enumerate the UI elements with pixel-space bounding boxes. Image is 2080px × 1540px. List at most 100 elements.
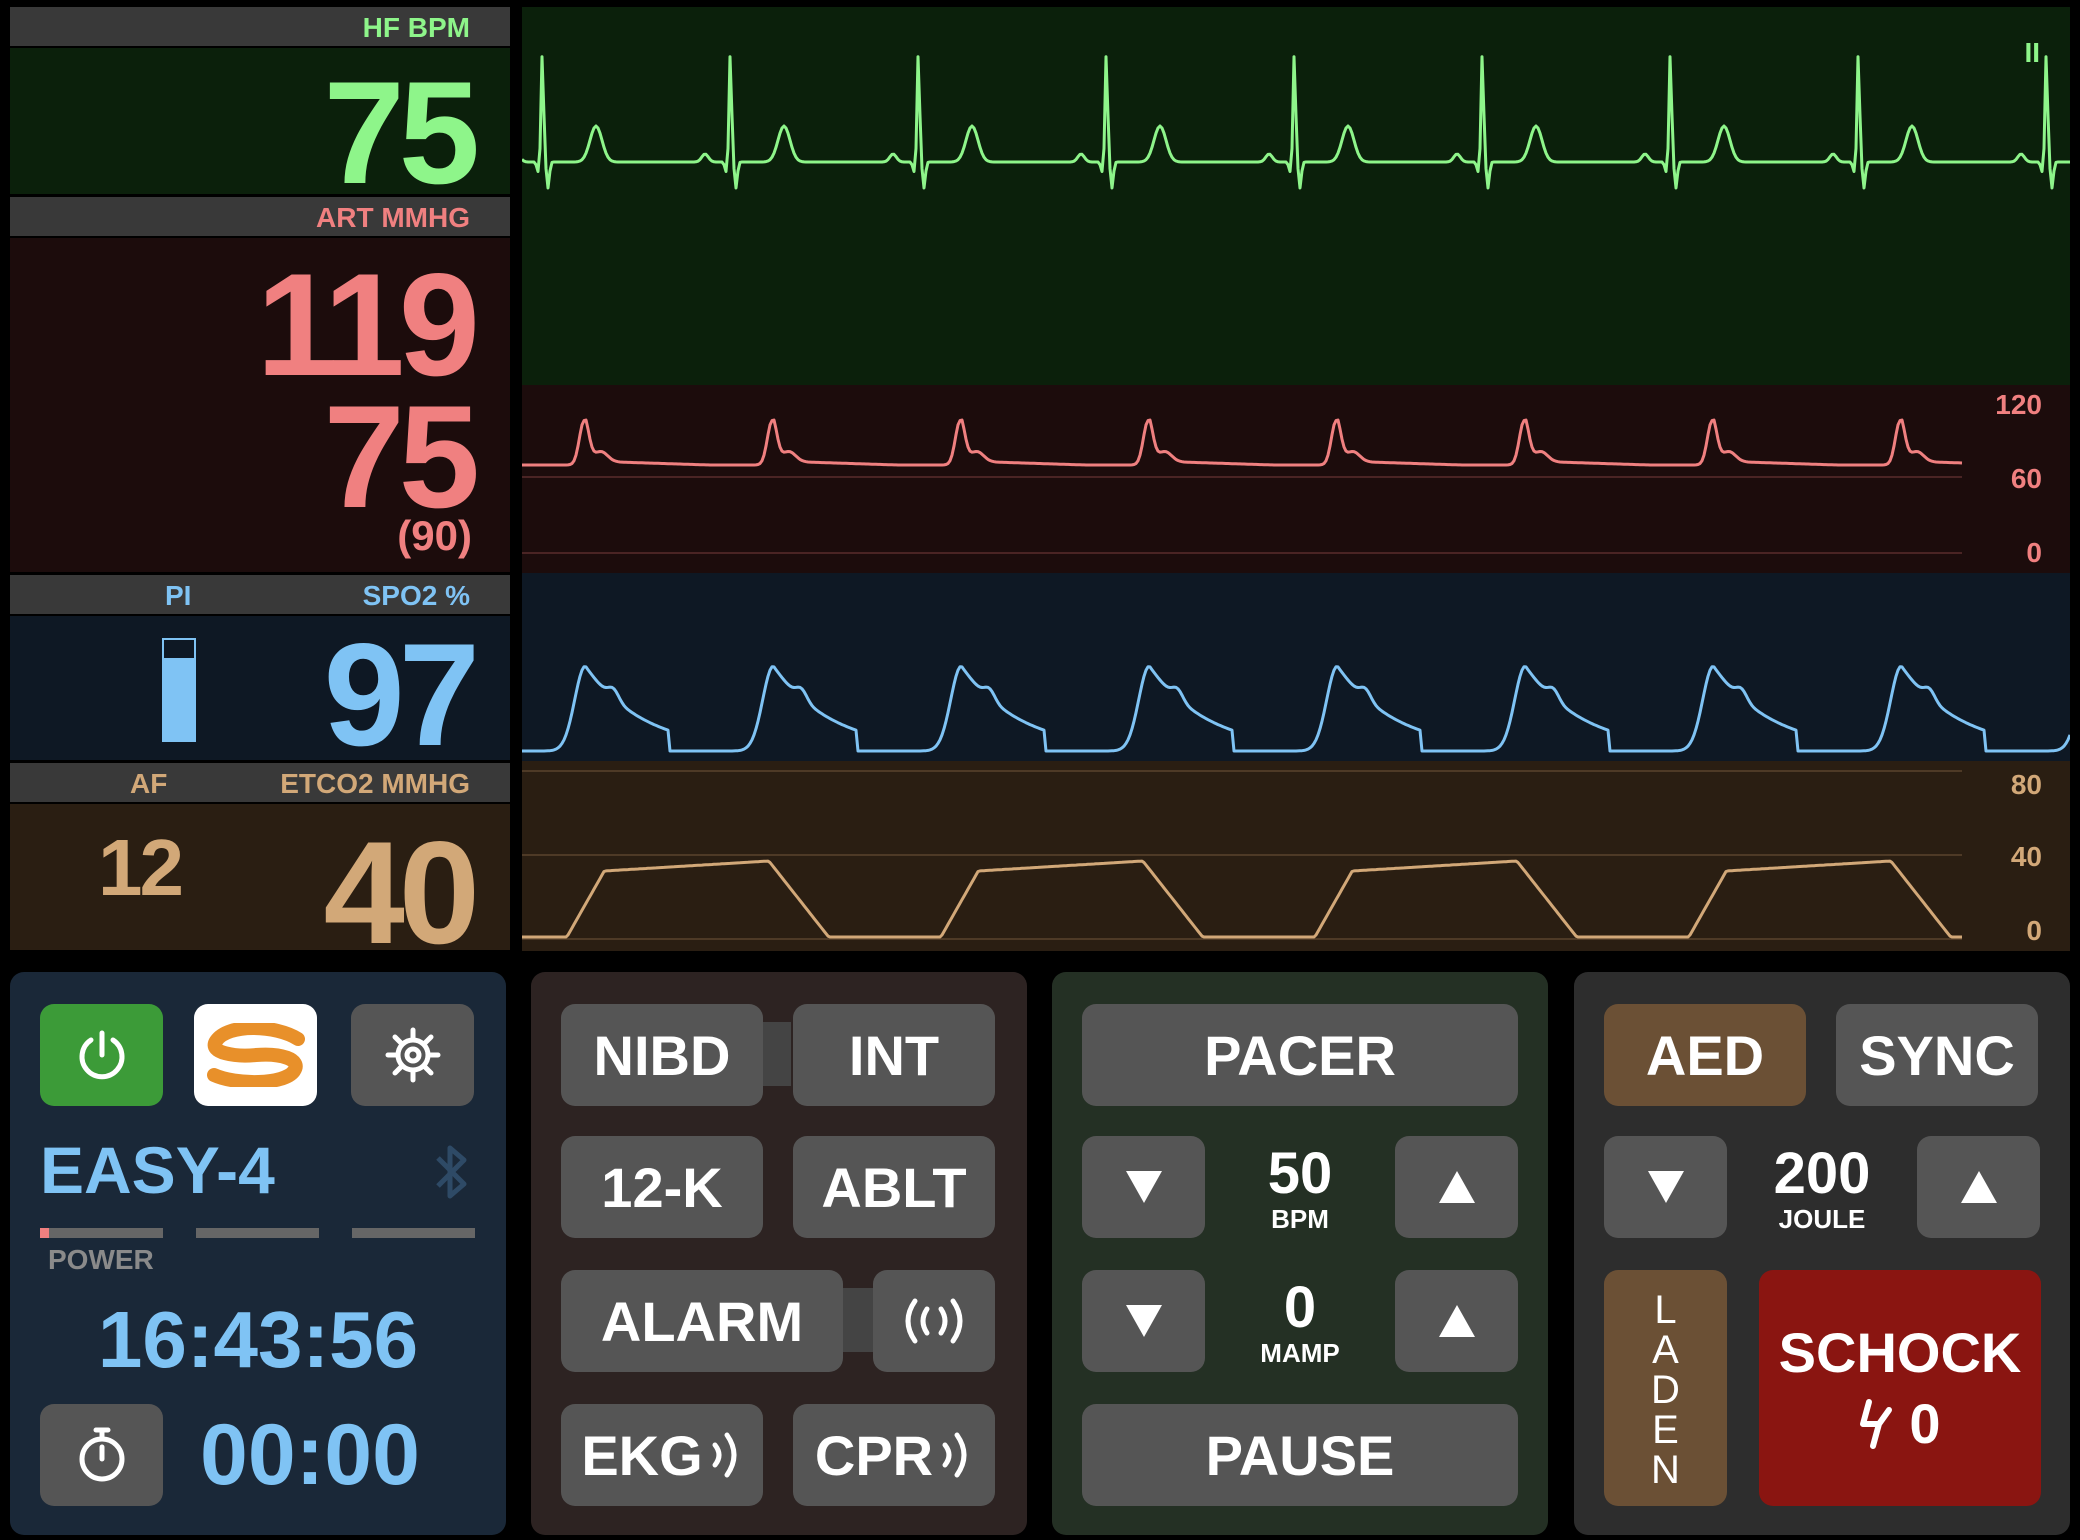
hr-header: HF BPM: [10, 7, 510, 46]
sync-button[interactable]: SYNC: [1836, 1004, 2038, 1106]
art-scale-mid: 60: [2010, 463, 2042, 494]
defib-panel: AED SYNC 200 JOULE LADEN SCHOCK 0: [1574, 972, 2070, 1535]
arrow-down-icon: [1647, 1171, 1684, 1203]
pacer-rate-up-button[interactable]: [1395, 1136, 1518, 1238]
pi-bar-fill: [164, 658, 194, 740]
energy-value: 200: [1773, 1141, 1871, 1206]
power-segment: [196, 1228, 319, 1238]
alarm-link: [843, 1288, 873, 1352]
ekg-button[interactable]: EKG: [561, 1404, 763, 1506]
charge-label: LADEN: [1643, 1288, 1688, 1488]
art-waveform: [522, 418, 1963, 554]
shock-count: 0: [1909, 1392, 1941, 1455]
pacer-rate-unit: BPM: [1271, 1204, 1329, 1234]
alarm-button[interactable]: ALARM: [561, 1270, 843, 1372]
int-button[interactable]: INT: [793, 1004, 995, 1106]
power-icon: [79, 1030, 124, 1080]
pause-indicator[interactable]: II: [2024, 37, 2040, 69]
pleth-waveform-area: [522, 573, 2072, 761]
settings-button[interactable]: [351, 1004, 474, 1106]
energy-down-button[interactable]: [1604, 1136, 1727, 1238]
af-value: 12: [98, 823, 184, 912]
art-scale-low: 0: [2026, 537, 2042, 568]
ekg-sound-icon: [712, 1432, 737, 1478]
alarm-sound-button[interactable]: [873, 1270, 995, 1372]
power-segment-fill: [40, 1228, 49, 1238]
power-button[interactable]: [40, 1004, 163, 1106]
pi-label: PI: [165, 580, 192, 611]
pacer-pause-button[interactable]: PAUSE: [1082, 1404, 1518, 1506]
pacer-panel: PACER 50 BPM 0 MAMP PAUSE: [1052, 972, 1548, 1535]
hr-value: 75: [323, 51, 480, 214]
pacer-current-value: 0: [1283, 1275, 1317, 1340]
spo2-header: PI SPO2 %: [10, 575, 510, 614]
co2-waveform: [522, 770, 1962, 940]
power-segment: [40, 1228, 163, 1238]
spo2-label: SPO2 %: [362, 580, 470, 611]
gear-icon: [385, 1027, 440, 1083]
art-diastolic: 75: [323, 375, 480, 538]
pi-bar: [162, 638, 196, 742]
stopwatch-icon: [79, 1427, 124, 1482]
cpr-sound-icon: [942, 1432, 967, 1478]
arrow-up-icon: [1438, 1305, 1475, 1337]
co2-waveform-area: 80 40 0: [522, 761, 2070, 951]
etco2-header: AF ETCO2 MMHG: [10, 763, 510, 802]
etco2-tile[interactable]: 12 40: [10, 804, 510, 966]
co2-scale-low: 0: [2026, 915, 2042, 946]
spo2-tile[interactable]: 97: [10, 616, 510, 768]
co2-scale-mid: 40: [2010, 841, 2042, 872]
pacer-current-up-button[interactable]: [1395, 1270, 1518, 1372]
pacer-current-unit: MAMP: [1260, 1338, 1340, 1368]
etco2-label: ETCO2 MMHG: [280, 768, 470, 799]
ecg12-button[interactable]: 12-K: [561, 1136, 763, 1238]
pleth-waveform: [522, 665, 2072, 753]
clock: 16:43:56: [97, 1295, 419, 1384]
stopwatch-button[interactable]: [40, 1404, 163, 1506]
ekg-label: EKG: [581, 1423, 703, 1487]
shock-label: SCHOCK: [1778, 1321, 2022, 1384]
power-segment: [352, 1228, 475, 1238]
art-header: ART MMHG: [10, 197, 510, 236]
af-label: AF: [130, 768, 168, 799]
shock-button[interactable]: SCHOCK 0: [1759, 1270, 2041, 1506]
pacer-button[interactable]: PACER: [1082, 1004, 1518, 1106]
logo-button[interactable]: [194, 1004, 317, 1106]
cpr-button[interactable]: CPR: [793, 1404, 995, 1506]
alarm-sound-icon: [905, 1298, 963, 1344]
arrow-down-icon: [1125, 1305, 1162, 1337]
pacer-rate-value: 50: [1267, 1141, 1333, 1206]
ecg-waveform-area: II: [521, 7, 2070, 385]
art-mean: (90): [397, 512, 472, 559]
aed-button[interactable]: AED: [1604, 1004, 1806, 1106]
bluetooth-icon: [430, 1142, 474, 1207]
nibd-button[interactable]: NIBD: [561, 1004, 763, 1106]
logo: [206, 1023, 305, 1087]
art-scale-high: 120: [1995, 389, 2042, 420]
timer[interactable]: 00:00: [200, 1406, 420, 1505]
power-label: POWER: [48, 1244, 154, 1275]
arrow-up-icon: [1960, 1171, 1997, 1203]
cpr-label: CPR: [814, 1423, 934, 1487]
co2-scale-high: 80: [2010, 769, 2042, 800]
ecg-waveform: [521, 55, 2070, 190]
device-panel: EASY-4 POWER 16:43:56 00:00: [10, 972, 506, 1535]
pacer-rate-down-button[interactable]: [1082, 1136, 1205, 1238]
spo2-value: 97: [323, 613, 480, 776]
ablt-button[interactable]: ABLT: [793, 1136, 995, 1238]
energy-up-button[interactable]: [1917, 1136, 2040, 1238]
energy-unit: JOULE: [1778, 1204, 1866, 1234]
nibd-int-link: [763, 1022, 791, 1086]
etco2-value: 40: [323, 811, 480, 974]
arrow-up-icon: [1438, 1171, 1475, 1203]
art-label: ART MMHG: [316, 202, 470, 233]
art-waveform-area: 120 60 0: [522, 385, 2070, 573]
art-tile[interactable]: 119 75 (90): [10, 238, 510, 572]
lightning-icon: [1860, 1398, 1893, 1449]
hr-label: HF BPM: [362, 12, 470, 43]
charge-button[interactable]: LADEN: [1604, 1270, 1727, 1506]
arrow-down-icon: [1125, 1171, 1162, 1203]
hr-tile[interactable]: 75: [10, 48, 510, 206]
functions-panel: NIBD INT 12-K ABLT ALARM EKG CPR: [531, 972, 1027, 1535]
pacer-current-down-button[interactable]: [1082, 1270, 1205, 1372]
